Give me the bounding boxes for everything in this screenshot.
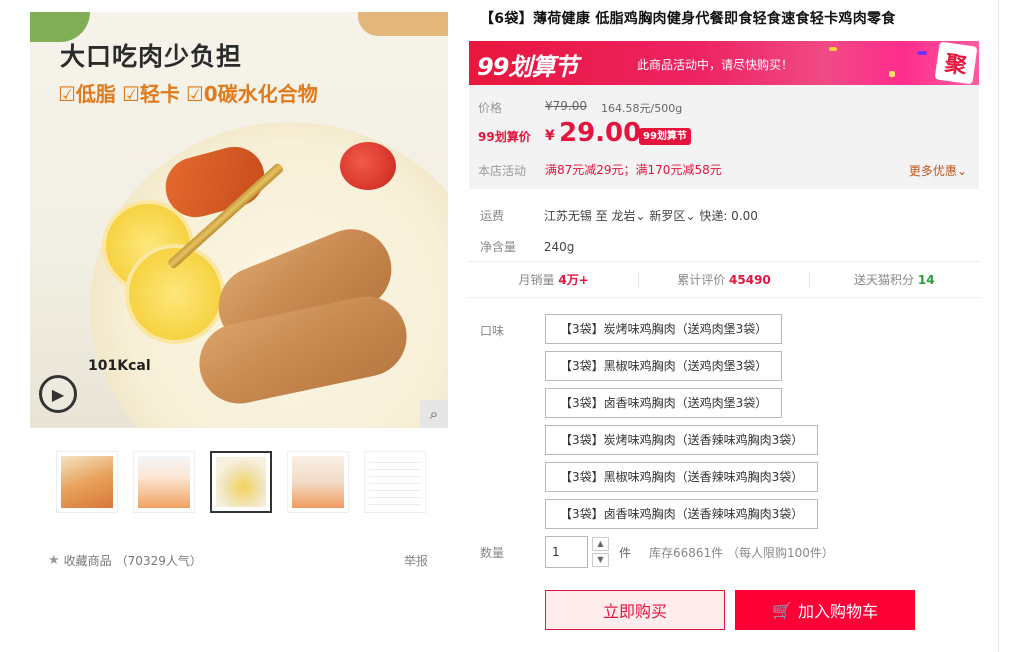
hero-tag: ☑0碳水化合物 [185, 82, 318, 106]
current-price: 29.00 [559, 118, 642, 148]
thumbnail-1[interactable] [56, 451, 118, 513]
magnifier-icon: ⌕ [429, 405, 439, 423]
ju-badge: 聚 [934, 41, 978, 85]
quantity-increase-button[interactable]: ▲ [592, 537, 609, 551]
stats-bar: 月销量 4万+ 累计评价 45490 送天猫积分 14 [469, 261, 979, 298]
add-to-cart-button[interactable]: 🛒 加入购物车 [735, 590, 915, 630]
bread-decoration [358, 12, 448, 36]
event-tag: 99划算节 [639, 128, 691, 145]
hero-tag: ☑低脂 [58, 82, 116, 106]
activity-label: 本店活动 [478, 164, 527, 178]
product-title: 【6袋】薄荷健康 低脂鸡胸肉健身代餐即食轻食速食轻卡鸡肉零食 [480, 11, 896, 27]
thumbnail-strip [56, 451, 426, 513]
chevron-down-icon: ⌄ [956, 164, 967, 178]
tmall-points: 送天猫积分 14 [810, 271, 979, 288]
confetti [829, 47, 837, 51]
confetti [917, 51, 927, 55]
thumbnail-5[interactable] [364, 451, 426, 513]
main-product-image[interactable]: 大口吃肉少负担 ☑低脂 ☑轻卡 ☑0碳水化合物 101Kcal ▶ ⌕ [30, 12, 448, 428]
shipping-to-word: 至 [595, 209, 608, 223]
quantity-decrease-button[interactable]: ▼ [592, 553, 609, 567]
favorite-product-link[interactable]: ★ 收藏商品 （70329人气） [48, 552, 202, 569]
star-icon: ★ [48, 553, 60, 568]
price-label: 价格 [478, 101, 503, 115]
quantity-label: 数量 [480, 546, 505, 560]
tomato [340, 142, 396, 190]
district-select[interactable]: 新罗区⌄ [649, 209, 695, 223]
flavor-label: 口味 [480, 324, 505, 338]
event-logo: 99划算节 [477, 53, 578, 81]
play-icon: ▶ [51, 384, 65, 404]
chevron-down-icon: ⌄ [635, 209, 646, 223]
kcal-label: 101Kcal [88, 358, 151, 374]
shipping-fee: 快递: 0.00 [699, 209, 758, 223]
flavor-option[interactable]: 【3袋】黑椒味鸡胸肉（送香辣味鸡胸肉3袋） [545, 462, 819, 492]
net-content-value: 240g [543, 240, 575, 254]
stock-info: 库存66861件 （每人限购100件） [649, 546, 834, 560]
total-reviews[interactable]: 累计评价 45490 [639, 271, 810, 288]
monthly-sales-value: 4万+ [558, 273, 589, 287]
thumbnail-image [216, 457, 266, 507]
cart-icon: 🛒 [772, 600, 792, 620]
total-reviews-label: 累计评价 [677, 273, 726, 287]
unit-price: 164.58元/500g [601, 102, 683, 115]
flavor-option[interactable]: 【3袋】炭烤味鸡胸肉（送鸡肉堡3袋） [545, 314, 783, 344]
shop-activity: 满87元减29元；满170元减58元 [545, 163, 722, 177]
thumbnail-2[interactable] [133, 451, 195, 513]
promo-banner: 99划算节 此商品活动中，请尽快购买！ 聚 [469, 41, 979, 85]
net-content-label: 净含量 [480, 240, 517, 254]
play-video-button[interactable]: ▶ [39, 375, 77, 413]
monthly-sales: 月销量 4万+ [469, 271, 640, 288]
tmall-points-value: 14 [917, 273, 935, 287]
promo-price-label: 99划算价 [478, 130, 531, 144]
report-link[interactable]: 举报 [404, 552, 428, 569]
hero-tags: ☑低脂 ☑轻卡 ☑0碳水化合物 [58, 78, 318, 107]
more-offers-label: 更多优惠 [908, 164, 957, 178]
flavor-option[interactable]: 【3袋】炭烤味鸡胸肉（送香辣味鸡胸肉3袋） [545, 425, 819, 455]
quantity-unit: 件 [619, 546, 632, 560]
confetti [889, 71, 895, 77]
shipping-row: 运费 江苏无锡 至 龙岩⌄ 新罗区⌄ 快递: 0.00 [480, 207, 758, 224]
total-reviews-value: 45490 [729, 273, 771, 287]
quantity-input[interactable] [545, 536, 588, 568]
shipping-label: 运费 [480, 209, 505, 223]
thumbnail-4[interactable] [287, 451, 349, 513]
shipping-from: 江苏无锡 [543, 209, 592, 223]
more-offers-link[interactable]: 更多优惠⌄ [909, 162, 967, 179]
currency-symbol: ¥ [545, 128, 555, 144]
thumbnail-image [292, 456, 344, 508]
buy-now-button[interactable]: 立即购买 [545, 590, 725, 630]
thumbnail-image [61, 456, 113, 508]
favorite-count: （70329人气） [115, 554, 202, 568]
chevron-down-icon: ▼ [597, 555, 604, 564]
right-divider [998, 0, 999, 652]
zoom-button[interactable]: ⌕ [420, 400, 448, 428]
favorite-label: 收藏商品 [63, 554, 112, 568]
district-value: 新罗区 [649, 209, 686, 223]
chevron-down-icon: ⌄ [685, 209, 696, 223]
flavor-option[interactable]: 【3袋】卤香味鸡胸肉（送鸡肉堡3袋） [545, 388, 783, 418]
hero-tag: ☑轻卡 [121, 82, 180, 106]
flavor-options: 【3袋】炭烤味鸡胸肉（送鸡肉堡3袋） 【3袋】黑椒味鸡胸肉（送鸡肉堡3袋） 【3… [545, 314, 819, 529]
thumbnail-3[interactable] [210, 451, 272, 513]
city-select[interactable]: 龙岩⌄ [612, 209, 646, 223]
add-to-cart-label: 加入购物车 [797, 602, 878, 621]
city-value: 龙岩 [611, 209, 636, 223]
banner-message: 此商品活动中，请尽快购买！ [637, 58, 794, 72]
monthly-sales-label: 月销量 [518, 273, 555, 287]
chevron-up-icon: ▲ [597, 539, 604, 548]
flavor-option[interactable]: 【3袋】卤香味鸡胸肉（送香辣味鸡胸肉3袋） [545, 499, 819, 529]
flavor-option[interactable]: 【3袋】黑椒味鸡胸肉（送鸡肉堡3袋） [545, 351, 783, 381]
net-content-row: 净含量 240g [480, 238, 574, 255]
thumbnail-image [369, 456, 421, 508]
thumbnail-image [138, 456, 190, 508]
tmall-points-label: 送天猫积分 [854, 273, 915, 287]
price-panel: 价格 ¥79.00 164.58元/500g 99划算价 ¥ 29.00 99划… [469, 85, 979, 189]
hero-title: 大口吃肉少负担 [60, 42, 243, 71]
original-price: ¥79.00 [545, 99, 587, 113]
